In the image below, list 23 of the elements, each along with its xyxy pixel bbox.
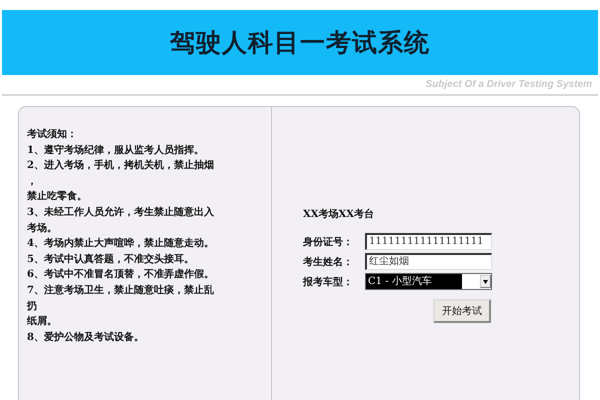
notice-line: 扔 [27,300,38,314]
input-field[interactable]: 红尘如烟 [365,253,492,270]
notice-line: 7、注意考场卫生，禁止随意吐痰，禁止乱 [27,283,215,298]
station-label: XX考场XX考台 [303,208,376,221]
notice-line: 6、考试中不准冒名顶替，不准弄虚作假。 [27,268,215,282]
system-title: 驾驶人科目一考试系统 [170,27,430,59]
notice-line: ， [27,174,38,189]
notice-line: 禁止吃零食。 [27,190,88,204]
notice-line: 8、爱护公物及考试设备。 [27,330,145,345]
notice-line: 1、遵守考场纪律，服从监考人员指挥。 [27,143,205,158]
field-label: 身份证号： [303,236,354,248]
notice-line: 考场。 [27,222,58,236]
field-label: 考生姓名： [303,256,354,268]
start-exam-button[interactable]: 开始考试 [433,299,491,323]
notice-line: 4、考场内禁止大声喧哗，禁止随意走动。 [27,236,215,252]
notice-line: 纸屑。 [27,314,58,330]
input-field[interactable]: 111111111111111111 [365,233,492,250]
field-label: 报考车型： [303,275,354,288]
notice-heading: 考试须知： [27,128,78,142]
notice-line: 2、进入考场，手机，拷机关机，禁止抽烟 [27,158,215,174]
car-type-select[interactable]: C1 - 小型汽车 [365,273,492,290]
notice-line: 3、未经工作人员允许，考生禁止随意出入 [27,206,215,220]
notice-line: 5、考试中认真答题，不准交头接耳。 [27,252,195,267]
